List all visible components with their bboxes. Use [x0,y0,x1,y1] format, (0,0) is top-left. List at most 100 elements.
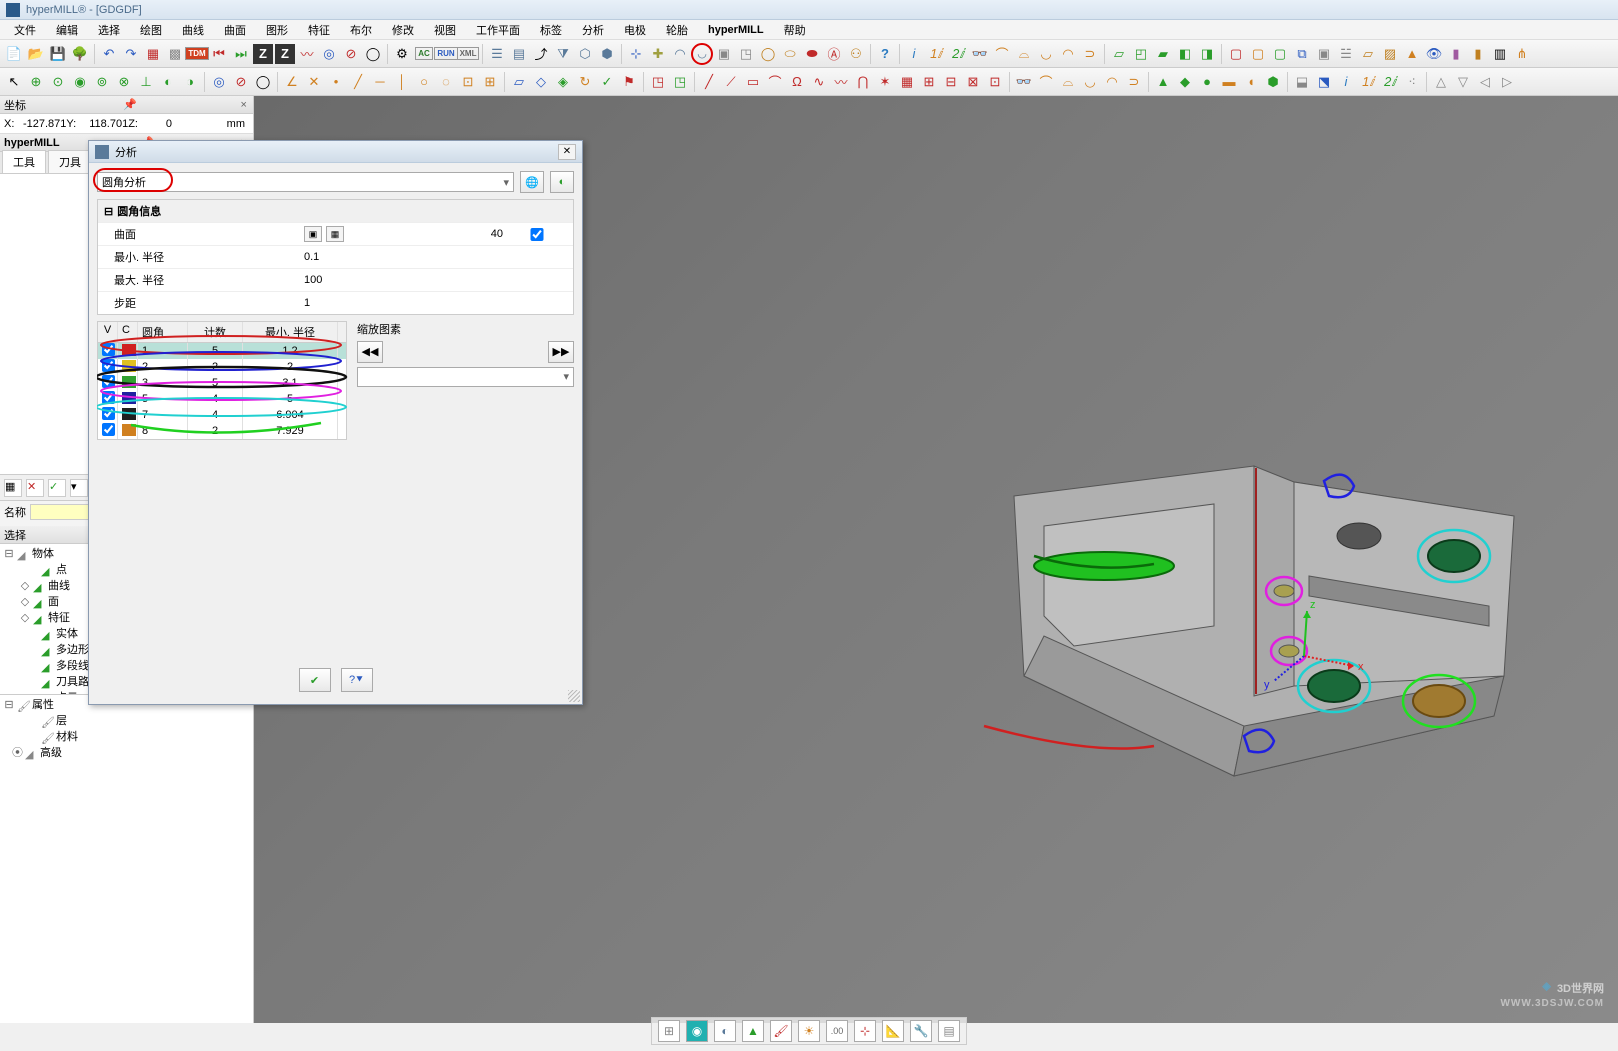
menu-tire[interactable]: 轮胎 [656,20,698,40]
status-axis-icon[interactable]: ⊹ [854,1020,876,1042]
tb-surf2-icon[interactable]: ◰ [1131,44,1151,64]
tb-surf4-icon[interactable]: ◧ [1175,44,1195,64]
minr-value[interactable]: 0.1 [304,251,319,263]
tb-tri1-icon[interactable]: △ [1431,72,1451,92]
zoom-prev-button[interactable]: ◀◀ [357,341,383,363]
tb-person-icon[interactable]: ⚇ [846,44,866,64]
tb-sq1-icon[interactable]: ▢ [1226,44,1246,64]
row-checkbox[interactable] [102,375,115,388]
tb-z1-icon[interactable]: Z [253,44,273,64]
tb-ext2-icon[interactable]: ◆ [1175,72,1195,92]
status-layer-icon[interactable]: ▤ [938,1020,960,1042]
tb-cone-icon[interactable]: ▲ [1402,44,1422,64]
status-brush-icon[interactable]: 🖌 [770,1020,792,1042]
tb-link-icon[interactable]: ⧉ [1292,44,1312,64]
tb-layers-icon[interactable]: ☰ [487,44,507,64]
tb-2i-icon[interactable]: 2ⅈ [948,44,968,64]
tb-save-icon[interactable]: 💾 [48,44,68,64]
pick-button-2[interactable]: ▦ [326,226,344,242]
tb-ring-icon[interactable]: ◯ [363,44,383,64]
tb-sweep-icon[interactable]: ⊡ [985,72,1005,92]
status-tool-icon[interactable]: 🔧 [910,1020,932,1042]
tb-loft-icon[interactable]: ⊠ [963,72,983,92]
tb-slash-icon[interactable]: ╱ [348,72,368,92]
tb-omega-icon[interactable]: Ω [787,72,807,92]
tb-snap-int-icon[interactable]: ⊗ [114,72,134,92]
bi-chk-icon[interactable]: ✓ [48,479,66,497]
tb-ext3-icon[interactable]: ● [1197,72,1217,92]
tb-2i2-icon[interactable]: 2ⅈ [1380,72,1400,92]
surface-checkbox[interactable] [507,228,567,241]
tb-grid-icon[interactable]: ▦ [143,44,163,64]
tb-arc6-icon[interactable]: ⌒ [765,72,785,92]
tb-gear-icon[interactable]: ⚙ [392,44,412,64]
tab-tools[interactable]: 工具 [2,150,46,173]
tb-ext5-icon[interactable]: ◖ [1241,72,1261,92]
tb-cube-r-icon[interactable]: ◳ [648,72,668,92]
tb-eye-icon[interactable]: 👁 [1424,44,1444,64]
tb-skew-icon[interactable]: ▱ [1358,44,1378,64]
status-light-icon[interactable]: ☀ [798,1020,820,1042]
bi-del-icon[interactable]: ✕ [26,479,44,497]
tb-sq4-icon[interactable]: ▣ [1314,44,1334,64]
zoom-next-button[interactable]: ▶▶ [548,341,574,363]
tb-box3d-icon[interactable]: ▨ [1380,44,1400,64]
tb-arc9-icon[interactable]: ◡ [1080,72,1100,92]
tb-target2-icon[interactable]: ◎ [209,72,229,92]
tb-plane2-icon[interactable]: ◇ [531,72,551,92]
tb-surf5-icon[interactable]: ◨ [1197,44,1217,64]
tb-help-icon[interactable]: ? [875,44,895,64]
status-precision-icon[interactable]: .00 [826,1020,848,1042]
tb-snap-pt-icon[interactable]: ⊕ [26,72,46,92]
tab-cutters[interactable]: 刀具 [48,150,92,173]
row-checkbox[interactable] [102,343,115,356]
tb-ac-icon[interactable]: AC [414,44,434,64]
tb-tool2-icon[interactable]: ⬔ [1314,72,1334,92]
table-row[interactable]: 827.929 [98,423,346,439]
tree-node[interactable]: ⦿◢高级 [4,745,249,761]
zoom-select[interactable] [357,367,574,387]
tb-cross-icon[interactable]: ✕ [304,72,324,92]
menu-boolean[interactable]: 布尔 [340,20,382,40]
tb-box-icon[interactable]: ◳ [736,44,756,64]
tb-arc1-icon[interactable]: ⌒ [992,44,1012,64]
menu-view[interactable]: 视图 [424,20,466,40]
tb-arc7-icon[interactable]: ⌒ [1036,72,1056,92]
menu-feature[interactable]: 特征 [298,20,340,40]
tb-snap-perp-icon[interactable]: ⊥ [136,72,156,92]
tb-info-icon[interactable]: i [904,44,924,64]
tb-snap-end-icon[interactable]: ⊙ [48,72,68,92]
tb-target-icon[interactable]: ◎ [319,44,339,64]
menu-analyze[interactable]: 分析 [572,20,614,40]
tb-loop-icon[interactable]: ↻ [575,72,595,92]
tb-compass-icon[interactable]: Ⓐ [824,44,844,64]
tb-fillet-icon[interactable]: ◡ [692,44,712,64]
tb-bars-icon[interactable]: ▥ [1490,44,1510,64]
tb-ext4-icon[interactable]: ▬ [1219,72,1239,92]
row-checkbox[interactable] [102,359,115,372]
tb-surf1-icon[interactable]: ▱ [1109,44,1129,64]
globe-button[interactable]: 🌐 [520,171,544,193]
menu-workplane[interactable]: 工作平面 [466,20,530,40]
status-hidden-icon[interactable]: ◐ [714,1020,736,1042]
tb-cyl-icon[interactable]: ⬡ [575,44,595,64]
dialog-close-button[interactable]: ✕ [558,144,576,160]
menu-modify[interactable]: 修改 [382,20,424,40]
row-checkbox[interactable] [102,423,115,436]
tb-rect-icon[interactable]: ▭ [743,72,763,92]
tree-node[interactable]: 🖌材料 [4,729,249,745]
tb-cir-icon[interactable]: ○ [414,72,434,92]
tb-tri4-icon[interactable]: ▷ [1497,72,1517,92]
menu-curve[interactable]: 曲线 [172,20,214,40]
tb-hook-icon[interactable]: ⤴ [531,44,551,64]
tb-arc8-icon[interactable]: ⌓ [1058,72,1078,92]
tb-arc11-icon[interactable]: ⊃ [1124,72,1144,92]
tb-fillet-icon[interactable]: ◠ [670,44,690,64]
tb-redo-icon[interactable]: ↷ [121,44,141,64]
col-count[interactable]: 计数 [188,322,243,342]
tb-tri3-icon[interactable]: ◁ [1475,72,1495,92]
tb-1i2-icon[interactable]: 1ⅈ [1358,72,1378,92]
step-value[interactable]: 1 [304,297,310,309]
tb-snap-tan-icon[interactable]: ◐ [158,72,178,92]
menu-electrode[interactable]: 电极 [614,20,656,40]
